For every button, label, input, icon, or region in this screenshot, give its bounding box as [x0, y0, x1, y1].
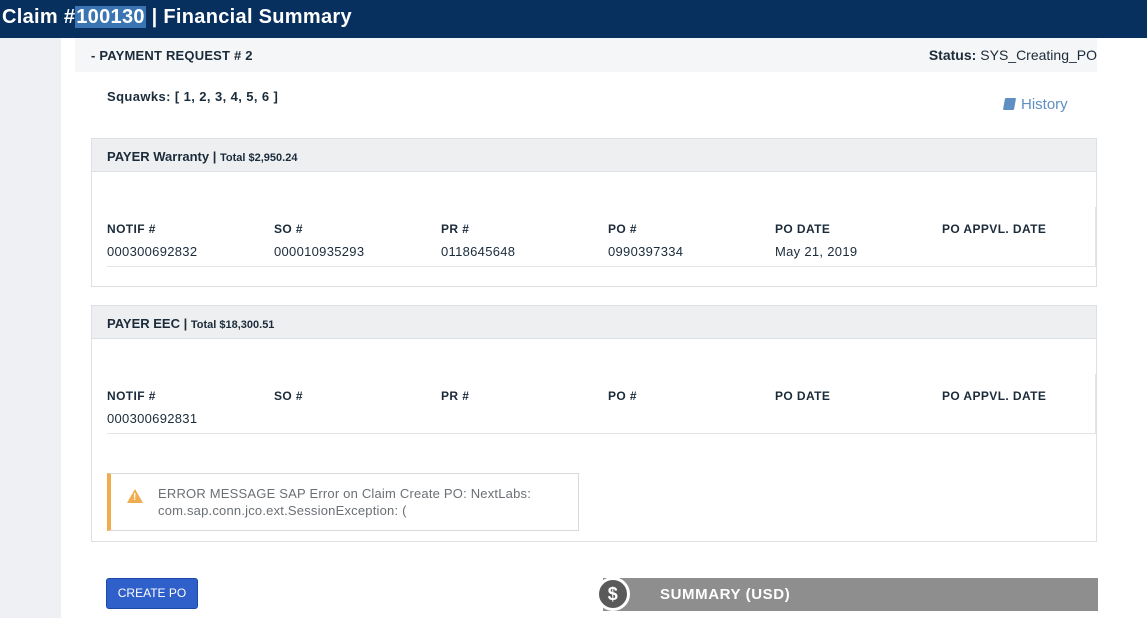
payer-warranty-header: PAYER Warranty | Total $2,950.24: [92, 139, 1096, 172]
squawks-list: Squawks: [ 1, 2, 3, 4, 5, 6 ]: [107, 89, 279, 104]
payment-request-title[interactable]: - PAYMENT REQUEST # 2: [91, 48, 253, 63]
summary-label: SUMMARY (USD): [660, 586, 791, 603]
column-header: PO #: [608, 389, 637, 403]
column-header: NOTIF #: [107, 389, 156, 403]
so-column: SO #: [274, 389, 441, 411]
pr-column: PR #: [441, 389, 608, 411]
payer-name: PAYER Warranty |: [107, 149, 217, 164]
po-column: PO # 0990397334: [608, 222, 775, 259]
request-status: Status: SYS_Creating_PO: [929, 47, 1097, 63]
page-title: Claim #100130 | Financial Summary: [0, 0, 1147, 38]
error-alert: ! ERROR MESSAGE SAP Error on Claim Creat…: [107, 473, 579, 531]
column-header: SO #: [274, 222, 303, 236]
column-value: 000300692832: [107, 244, 198, 259]
dollar-icon: $: [596, 577, 630, 611]
notif-column: NOTIF # 000300692831: [107, 389, 274, 426]
column-header: PR #: [441, 222, 470, 236]
payer-total: Total $18,300.51: [190, 319, 275, 331]
warning-icon-mark: !: [133, 492, 137, 503]
column-header: PO DATE: [775, 222, 831, 236]
status-value: SYS_Creating_PO: [980, 47, 1097, 63]
column-header: PO DATE: [775, 389, 831, 403]
history-link[interactable]: History: [1002, 96, 1068, 113]
payer-eec-header: PAYER EEC | Total $18,300.51: [92, 306, 1096, 339]
po-date-column: PO DATE: [775, 389, 942, 411]
column-header: NOTIF #: [107, 222, 156, 236]
column-value: 000010935293: [274, 244, 365, 259]
financial-summary-panel: - PAYMENT REQUEST # 2 Status: SYS_Creatin…: [61, 38, 1147, 618]
payer-name: PAYER EEC |: [107, 316, 188, 331]
so-column: SO # 000010935293: [274, 222, 441, 259]
po-column: PO #: [608, 389, 775, 411]
column-value: 0990397334: [608, 244, 684, 259]
notif-column: NOTIF # 000300692832: [107, 222, 274, 259]
column-value: 0118645648: [441, 244, 516, 259]
po-approval-date-column: PO APPVL. DATE: [942, 389, 1109, 411]
po-approval-date-column: PO APPVL. DATE: [942, 222, 1109, 244]
claim-number: 100130: [75, 6, 146, 28]
column-header: PR #: [441, 389, 470, 403]
column-value: May 21, 2019: [775, 244, 858, 259]
column-header: PO APPVL. DATE: [942, 222, 1047, 236]
title-suffix: | Financial Summary: [145, 6, 352, 28]
pr-column: PR # 0118645648: [441, 222, 608, 259]
history-label: History: [1021, 96, 1068, 113]
column-header: PO #: [608, 222, 637, 236]
column-value: 000300692831: [107, 411, 198, 426]
title-prefix: Claim #: [2, 6, 76, 28]
column-header: PO APPVL. DATE: [942, 389, 1047, 403]
payer-eec-card: PAYER EEC | Total $18,300.51 NOTIF # 000…: [91, 305, 1097, 542]
po-date-column: PO DATE May 21, 2019: [775, 222, 942, 259]
payer-total: Total $2,950.24: [219, 152, 298, 164]
book-icon: [1002, 98, 1017, 110]
column-header: SO #: [274, 389, 303, 403]
create-po-button[interactable]: CREATE PO: [106, 578, 198, 609]
payer-warranty-card: PAYER Warranty | Total $2,950.24 NOTIF #…: [91, 138, 1097, 287]
summary-usd-header[interactable]: $ SUMMARY (USD): [596, 577, 1098, 611]
status-label: Status:: [928, 47, 977, 63]
error-message: ERROR MESSAGE SAP Error on Claim Create …: [158, 486, 532, 518]
payment-request-header[interactable]: - PAYMENT REQUEST # 2 Status: SYS_Creatin…: [75, 38, 1097, 72]
